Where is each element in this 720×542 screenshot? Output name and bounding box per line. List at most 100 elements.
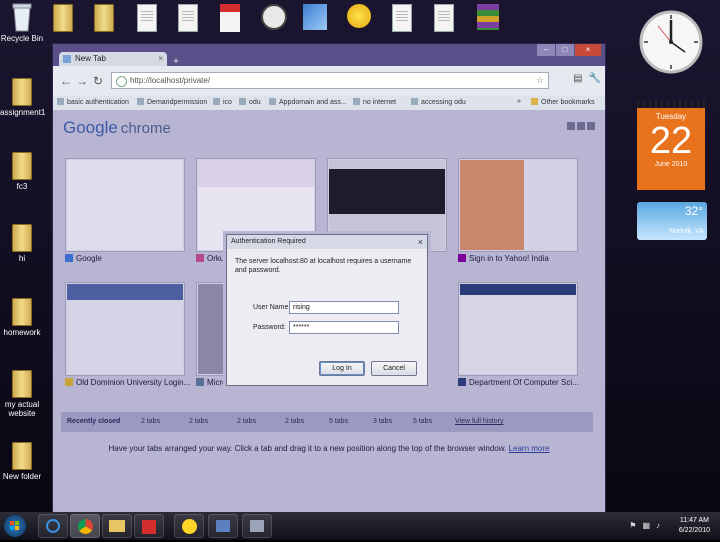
taskbar-chrome[interactable]	[70, 514, 100, 538]
dialog-close-icon[interactable]: ×	[418, 235, 423, 249]
thumbnail-label[interactable]: Orkut	[196, 254, 227, 263]
bookmark-item[interactable]: accessing odu	[411, 98, 466, 106]
thumbnail-label[interactable]: Sign in to Yahoo! India	[458, 254, 549, 263]
address-bar[interactable]: http://localhost/private/ ☆	[111, 72, 549, 89]
bookmark-page-icon	[213, 98, 220, 105]
bookmark-item[interactable]: Demandpermission	[137, 98, 207, 106]
back-arrow-icon[interactable]: ←	[59, 74, 73, 88]
folder-icon[interactable]	[53, 4, 73, 32]
bookmark-item[interactable]: no internet	[353, 98, 396, 106]
minimize-button[interactable]: –	[537, 44, 555, 56]
desktop-icon-label: my actual website	[4, 400, 40, 418]
desktop-icon-new-folder[interactable]: New folder	[0, 442, 44, 481]
desktop-icon-fc3[interactable]: fc3	[0, 152, 44, 191]
recently-closed-item[interactable]: 3 tabs	[373, 418, 392, 425]
cancel-button[interactable]: Cancel	[371, 361, 417, 376]
recently-closed-item[interactable]: 2 tabs	[189, 418, 208, 425]
thumbnail-title: Orkut	[207, 254, 227, 263]
winrar-archive-icon[interactable]	[477, 4, 499, 30]
calendar-binding	[637, 100, 705, 108]
bookmark-item[interactable]: ico	[213, 98, 232, 106]
view-toggle	[567, 122, 595, 130]
tab-new-tab[interactable]: New Tab ×	[59, 52, 167, 66]
document-icon[interactable]	[434, 4, 454, 32]
start-button[interactable]	[4, 515, 26, 537]
outlook-icon[interactable]	[303, 4, 327, 30]
thumbnail-label[interactable]: Department Of Computer Sci...	[458, 378, 579, 387]
new-tab-button[interactable]: +	[169, 56, 183, 66]
desktop-icon-homework[interactable]: homework	[0, 298, 44, 337]
volume-icon[interactable]: ♪	[656, 521, 660, 530]
recently-closed-bar: Recently closed 2 tabs 2 tabs 2 tabs 2 t…	[61, 412, 593, 432]
most-visited-thumbnail[interactable]	[458, 158, 578, 252]
clock-gadget[interactable]	[638, 6, 704, 84]
view-full-history-link[interactable]: View full history	[455, 418, 504, 425]
refresh-app-icon[interactable]	[261, 4, 287, 30]
close-window-button[interactable]: ×	[575, 44, 601, 56]
bookmarks-overflow-button[interactable]: »	[517, 98, 521, 105]
password-input[interactable]: ******	[289, 321, 399, 334]
flag-icon[interactable]: ⚑	[629, 521, 636, 530]
browser-toolbar: ← → ↻ http://localhost/private/ ☆ ▤ 🔧	[53, 66, 605, 96]
reload-icon[interactable]: ↻	[91, 74, 105, 88]
other-bookmarks-button[interactable]: Other bookmarks	[531, 98, 595, 106]
desktop-icon-label: fc3	[16, 182, 28, 191]
bookmark-item[interactable]: odu	[239, 98, 261, 106]
thumbnail-preview	[67, 284, 183, 374]
thumbnail-label[interactable]: Old Dominion University Login...	[65, 378, 190, 387]
taskbar-explorer[interactable]	[102, 514, 132, 538]
taskbar-ie[interactable]	[38, 514, 68, 538]
recently-closed-item[interactable]: 2 tabs	[141, 418, 160, 425]
recently-closed-item[interactable]: 2 tabs	[237, 418, 256, 425]
taskbar-yahoo-messenger[interactable]	[174, 514, 204, 538]
wrench-menu-icon[interactable]: 🔧	[589, 73, 601, 84]
bookmark-item[interactable]: Appdomain and ass...	[269, 98, 347, 106]
page-menu-icon[interactable]: ▤	[573, 73, 582, 84]
yahoo-messenger-icon[interactable]	[347, 4, 371, 28]
tab-close-icon[interactable]: ×	[158, 52, 163, 66]
folder-icon	[109, 520, 125, 532]
dialog-titlebar: Authentication Required ×	[227, 235, 427, 249]
log-in-button[interactable]: Log In	[319, 361, 365, 376]
calendar-gadget[interactable]: Tuesday 22 June 2010	[637, 100, 705, 190]
bookmark-label: basic authentication	[67, 99, 129, 106]
taskbar-acrobat[interactable]	[134, 514, 164, 538]
document-icon[interactable]	[137, 4, 157, 32]
pdf-file-icon[interactable]	[220, 4, 240, 32]
bookmark-star-icon[interactable]: ☆	[536, 73, 544, 88]
most-visited-thumbnail[interactable]	[458, 282, 578, 376]
network-tray-icon[interactable]: ▦	[642, 521, 650, 530]
forward-arrow-icon[interactable]: →	[75, 74, 89, 88]
desktop-icon-my-actual-website[interactable]: my actual website	[0, 370, 44, 418]
taskbar-clock[interactable]: 11:47 AM 6/22/2010	[679, 516, 710, 536]
recently-closed-item[interactable]: 5 tabs	[329, 418, 348, 425]
thumbnail-view-icon[interactable]	[567, 122, 575, 130]
list-view-icon[interactable]	[577, 122, 585, 130]
recently-closed-item[interactable]: 5 tabs	[413, 418, 432, 425]
chrome-icon	[77, 519, 93, 534]
bookmark-item[interactable]: basic authentication	[57, 98, 129, 106]
username-input[interactable]: rising	[289, 301, 399, 314]
desktop-icon-hi[interactable]: hi	[0, 224, 44, 263]
desktop-icon-recycle-bin[interactable]: Recycle Bin	[0, 2, 44, 43]
maximize-button[interactable]: □	[556, 44, 574, 56]
orkut-favicon-icon	[196, 254, 204, 262]
word-document-icon[interactable]	[178, 4, 198, 32]
bookmark-label: accessing odu	[421, 99, 466, 106]
most-visited-thumbnail[interactable]	[65, 282, 185, 376]
thumbnail-label[interactable]: Google	[65, 254, 102, 263]
recently-closed-item[interactable]: 2 tabs	[285, 418, 304, 425]
folder-icon[interactable]	[94, 4, 114, 32]
document-icon[interactable]	[392, 4, 412, 32]
bookmark-page-icon	[239, 98, 246, 105]
desktop-icon-assignment1[interactable]: assignment1	[0, 78, 45, 117]
dialog-message: The server localhost:80 at localhost req…	[235, 258, 412, 274]
application-icon	[250, 520, 264, 532]
weather-gadget[interactable]: 32° Norfolk, VA	[637, 202, 707, 240]
collapse-view-icon[interactable]	[587, 122, 595, 130]
most-visited-thumbnail[interactable]	[65, 158, 185, 252]
taskbar-network[interactable]	[208, 514, 238, 538]
learn-more-link[interactable]: Learn more	[509, 444, 550, 453]
windows-logo-icon	[10, 521, 19, 530]
taskbar-app[interactable]	[242, 514, 272, 538]
